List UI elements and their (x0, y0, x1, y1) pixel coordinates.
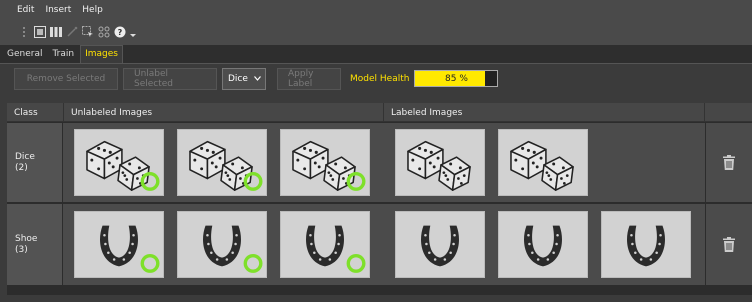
labeled-image-thumbnail[interactable] (395, 211, 485, 278)
unlabeled-image-thumbnail[interactable] (177, 129, 267, 196)
grid-icon[interactable] (97, 26, 110, 39)
dropdown-arrow-icon[interactable] (129, 26, 137, 39)
table-row-dice: Dice (2) (7, 123, 752, 203)
image-icon[interactable] (33, 26, 46, 39)
trash-icon (723, 155, 735, 170)
labeled-image-thumbnail[interactable] (498, 211, 588, 278)
unlabeled-image-thumbnail[interactable] (280, 129, 370, 196)
tab-bar: General Train Images (0, 45, 752, 64)
tab-train[interactable]: Train (48, 46, 78, 63)
select-icon[interactable] (81, 26, 94, 39)
model-health-label: Model Health (350, 73, 410, 84)
menu-bar: Edit Insert Help (0, 0, 752, 19)
model-health-value: 85 % (445, 73, 468, 84)
delete-class-button[interactable] (705, 123, 752, 202)
class-count: (3) (15, 244, 28, 255)
class-cell[interactable]: Shoe (3) (7, 204, 63, 285)
tab-general[interactable]: General (3, 46, 46, 63)
svg-text:?: ? (117, 28, 122, 37)
class-count: (2) (15, 162, 28, 173)
table-row-shoe: Shoe (3) (7, 204, 752, 286)
toolbar: ? (0, 19, 752, 45)
class-cell[interactable]: Dice (2) (7, 123, 63, 202)
remove-selected-button[interactable]: Remove Selected (14, 67, 118, 90)
apply-label-button[interactable]: Apply Label (277, 67, 341, 90)
class-select-value: Dice (228, 73, 248, 84)
magic-icon[interactable] (65, 26, 78, 39)
trash-icon (723, 237, 735, 252)
header-class: Class (7, 103, 64, 122)
labeled-image-thumbnail[interactable] (601, 211, 691, 278)
header-unlabeled: Unlabeled Images (64, 103, 384, 122)
delete-class-button[interactable] (705, 204, 752, 285)
chevron-down-icon (254, 76, 261, 81)
columns-icon[interactable] (49, 26, 62, 39)
grip-icon (17, 26, 30, 39)
labeled-image-thumbnail[interactable] (498, 129, 588, 196)
image-grid: Class Unlabeled Images Labeled Images Di… (7, 103, 752, 295)
tab-images[interactable]: Images (80, 45, 123, 63)
labeled-image-thumbnail[interactable] (395, 129, 485, 196)
unlabeled-image-thumbnail[interactable] (280, 211, 370, 278)
menu-insert[interactable]: Insert (45, 5, 71, 15)
menu-edit[interactable]: Edit (17, 5, 34, 15)
unlabeled-image-thumbnail[interactable] (74, 211, 164, 278)
model-health-bar: 85 % (414, 70, 499, 87)
action-bar: Remove Selected Unlabel Selected Dice Ap… (0, 64, 752, 93)
unlabel-selected-button[interactable]: Unlabel Selected (123, 67, 217, 90)
header-labeled: Labeled Images (384, 103, 705, 122)
class-name: Dice (15, 151, 35, 162)
grid-header: Class Unlabeled Images Labeled Images (7, 103, 752, 122)
header-actions (705, 103, 752, 122)
class-select[interactable]: Dice (222, 67, 266, 90)
class-name: Shoe (15, 233, 38, 244)
unlabeled-image-thumbnail[interactable] (177, 211, 267, 278)
unlabeled-image-thumbnail[interactable] (74, 129, 164, 196)
menu-help[interactable]: Help (82, 5, 103, 15)
help-icon[interactable]: ? (113, 26, 126, 39)
